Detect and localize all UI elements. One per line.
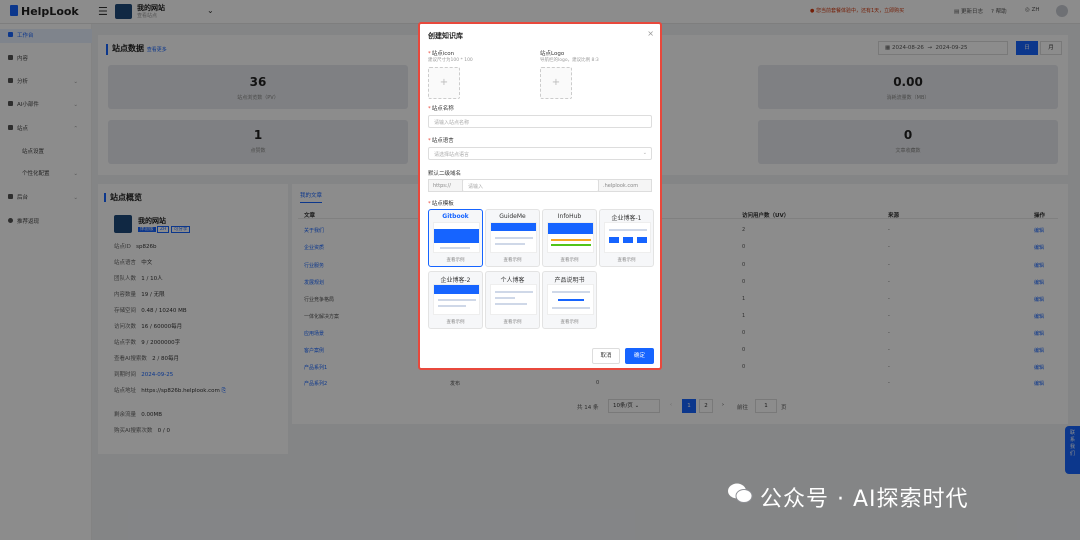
create-knowledge-base-dialog: 创建知识库 × *站点icon 建议尺寸为100 * 100 + 站点Logo … <box>418 22 662 370</box>
language-label-text: 站点语言 <box>431 138 454 144</box>
template-demo-link[interactable]: 查看示例 <box>543 257 596 263</box>
template-name: 产品说明书 <box>554 277 585 284</box>
template-name: 企业博客-1 <box>611 215 642 222</box>
template-card-corp-blog-1[interactable]: 企业博客-1 查看示例 <box>599 209 654 267</box>
template-preview <box>490 284 537 315</box>
domain-field-label: 默认二级域名 <box>428 171 462 177</box>
template-demo-link[interactable]: 查看示例 <box>429 319 482 325</box>
language-placeholder: 请选择站点语言 <box>434 152 470 158</box>
template-field-label: *站点模板 <box>428 201 454 207</box>
name-label-text: 站点名称 <box>431 106 454 112</box>
logo-field-label: 站点Logo <box>540 51 565 57</box>
template-label-text: 站点模板 <box>431 201 454 207</box>
template-card-guideme[interactable]: GuideMe 查看示例 <box>485 209 540 267</box>
watermark-text: 公众号 · AI探索时代 <box>760 487 969 512</box>
template-demo-link[interactable]: 查看示例 <box>486 257 539 263</box>
domain-suffix: .helplook.com <box>598 179 652 192</box>
icon-field-label: *站点icon <box>428 51 455 57</box>
domain-input[interactable]: 请输入 <box>462 179 599 192</box>
language-field-label: *站点语言 <box>428 138 454 144</box>
template-name: GuideMe <box>499 213 526 220</box>
template-card-personal-blog[interactable]: 个人博客 查看示例 <box>485 271 540 329</box>
template-name: InfoHub <box>557 213 582 220</box>
template-name: 企业博客-2 <box>440 277 471 284</box>
template-demo-link[interactable]: 查看示例 <box>600 257 653 263</box>
template-demo-link[interactable]: 查看示例 <box>543 319 596 325</box>
template-demo-link[interactable]: 查看示例 <box>486 319 539 325</box>
logo-upload[interactable]: + <box>540 67 572 99</box>
site-name-input[interactable]: 请输入站点名称 <box>428 115 652 128</box>
template-card-gitbook[interactable]: Gitbook 查看示例 <box>428 209 483 267</box>
template-preview <box>604 222 651 253</box>
close-icon[interactable]: × <box>647 29 654 38</box>
wechat-icon <box>728 483 753 503</box>
template-card-product-manual[interactable]: 产品说明书 查看示例 <box>542 271 597 329</box>
chevron-down-icon: ⌄ <box>642 150 647 156</box>
template-preview <box>547 284 594 315</box>
app-root: HelpLook ☰ 我的网站 查看站点 ⌄ ● 您当前套餐体验中，还有1天，立… <box>0 0 1080 540</box>
template-name: Gitbook <box>442 213 469 220</box>
template-card-infohub[interactable]: InfoHub 查看示例 <box>542 209 597 267</box>
icon-upload[interactable]: + <box>428 67 460 99</box>
dialog-title: 创建知识库 <box>428 32 463 40</box>
template-preview <box>547 222 594 253</box>
icon-hint: 建议尺寸为100 * 100 <box>428 58 473 63</box>
template-preview <box>433 284 480 315</box>
confirm-button[interactable]: 确定 <box>625 348 654 364</box>
template-name: 个人博客 <box>500 277 525 284</box>
site-language-select[interactable]: 请选择站点语言 ⌄ <box>428 147 652 160</box>
template-card-corp-blog-2[interactable]: 企业博客-2 查看示例 <box>428 271 483 329</box>
template-demo-link[interactable]: 查看示例 <box>429 257 482 263</box>
template-preview <box>433 222 480 253</box>
domain-prefix: https:// <box>428 179 463 192</box>
name-field-label: *站点名称 <box>428 106 454 112</box>
logo-hint: 导航栏的logo，建议比例 8:3 <box>540 58 599 63</box>
template-preview <box>490 222 537 253</box>
cancel-button[interactable]: 取消 <box>592 348 620 364</box>
